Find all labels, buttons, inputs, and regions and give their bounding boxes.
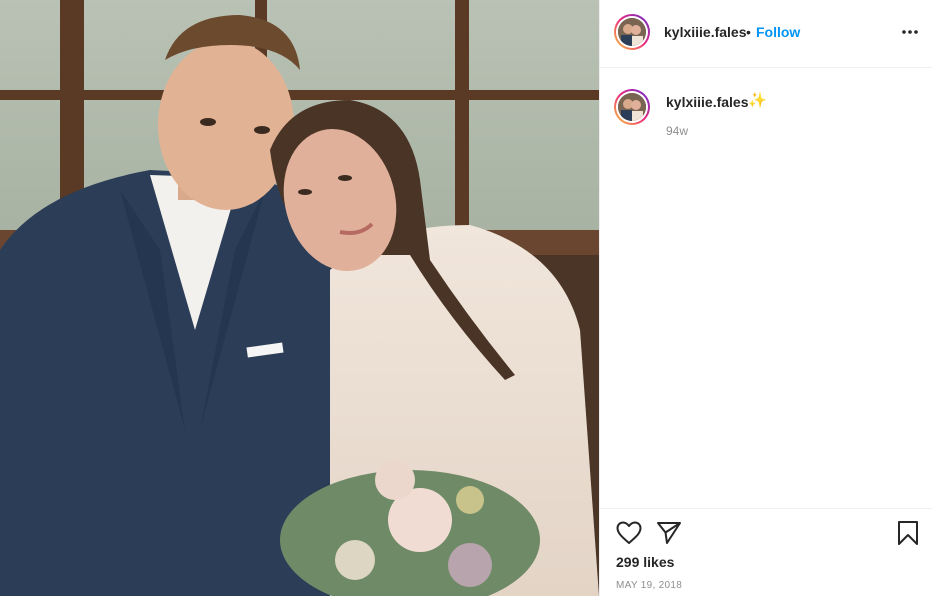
post-date[interactable]: MAY 19, 2018: [616, 580, 682, 591]
wedding-couple-photo: [0, 0, 599, 596]
separator-dot: •: [746, 24, 751, 40]
post-actions: 299 likes MAY 19, 2018: [600, 508, 932, 596]
follow-button[interactable]: Follow: [756, 24, 800, 40]
more-options-icon[interactable]: [900, 22, 920, 42]
likes-count[interactable]: 299 likes: [616, 554, 674, 570]
post-header: kylxiiie.fales • Follow: [600, 0, 932, 68]
post-photo[interactable]: [0, 0, 599, 596]
bookmark-icon[interactable]: [897, 520, 919, 551]
paper-plane-icon[interactable]: [656, 521, 682, 550]
heart-icon[interactable]: [616, 521, 642, 550]
caption-timestamp[interactable]: 94w: [666, 124, 688, 138]
header-username[interactable]: kylxiiie.fales: [664, 24, 747, 40]
caption-avatar[interactable]: [614, 89, 650, 125]
post-side-panel: kylxiiie.fales • Follow kylxiiie.fales ✨…: [599, 0, 932, 596]
caption-username[interactable]: kylxiiie.fales: [666, 94, 749, 110]
avatar[interactable]: [614, 14, 650, 50]
caption-sparkle-emoji: ✨: [748, 92, 767, 109]
